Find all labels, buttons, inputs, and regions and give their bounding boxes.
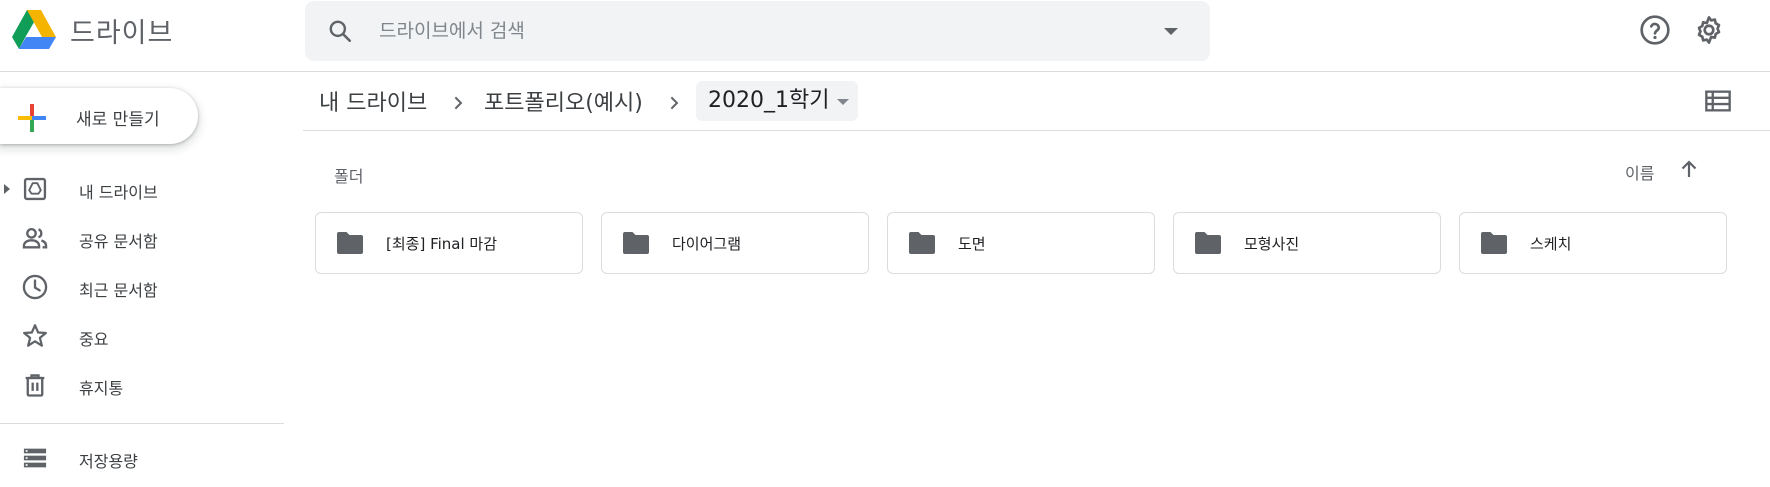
folder-icon — [1481, 232, 1507, 254]
folder-name: [최종] Final 마감 — [386, 235, 498, 253]
breadcrumb-portfolio[interactable]: 포트폴리오(예시) — [482, 84, 645, 124]
sidebar-item-storage[interactable]: 저장용량 — [0, 436, 284, 480]
folder-icon — [909, 232, 935, 254]
folder-name: 도면 — [958, 235, 986, 253]
my-drive-icon — [23, 177, 47, 201]
gear-icon[interactable] — [1693, 14, 1725, 46]
folder-icon — [1195, 232, 1221, 254]
plus-icon — [18, 104, 46, 132]
app-title[interactable]: 드라이브 — [70, 11, 173, 50]
caret-down-icon — [837, 99, 849, 105]
folder-name: 스케치 — [1530, 235, 1572, 253]
chevron-right-icon — [670, 96, 679, 110]
folder-card[interactable]: 도면 — [887, 212, 1155, 274]
breadcrumb-current-folder[interactable]: 2020_1학기 — [696, 81, 858, 121]
folders-section-label: 폴더 — [334, 167, 364, 186]
folder-icon — [337, 232, 363, 254]
folder-card[interactable]: 모형사진 — [1173, 212, 1441, 274]
expand-arrow-icon[interactable] — [4, 184, 10, 194]
sidebar-item-label: 휴지통 — [79, 379, 124, 398]
folder-card[interactable]: 스케치 — [1459, 212, 1727, 274]
sidebar-item-label: 중요 — [79, 330, 109, 349]
sidebar-item-recent[interactable]: 최근 문서함 — [0, 265, 284, 309]
sidebar-item-label: 공유 문서함 — [79, 232, 158, 251]
arrow-up-icon[interactable] — [1677, 157, 1701, 181]
folder-card[interactable]: 다이어그램 — [601, 212, 869, 274]
sidebar-item-trash[interactable]: 휴지통 — [0, 363, 284, 407]
search-bar[interactable] — [305, 1, 1210, 61]
sidebar-item-shared[interactable]: 공유 문서함 — [0, 216, 284, 260]
sort-by-name-button[interactable]: 이름 — [1625, 160, 1654, 184]
folder-icon — [623, 232, 649, 254]
clock-icon — [22, 274, 48, 300]
sidebar-item-label: 최근 문서함 — [79, 281, 158, 300]
sidebar-item-starred[interactable]: 중요 — [0, 314, 284, 358]
new-button[interactable]: 새로 만들기 — [0, 88, 198, 144]
help-icon[interactable] — [1639, 14, 1671, 46]
sidebar-item-label: 내 드라이브 — [79, 183, 158, 202]
search-icon[interactable] — [327, 18, 353, 44]
drive-logo-icon[interactable] — [10, 9, 58, 53]
sidebar-item-label: 저장용량 — [79, 452, 138, 471]
folder-card[interactable]: [최종] Final 마감 — [315, 212, 583, 274]
sidebar-item-my-drive[interactable]: 내 드라이브 — [0, 167, 284, 211]
sidebar-divider — [0, 423, 284, 424]
breadcrumb-toolbar: 내 드라이브 포트폴리오(예시) 2020_1학기 — [303, 72, 1770, 131]
folder-name: 다이어그램 — [672, 235, 742, 253]
star-icon — [23, 324, 47, 347]
breadcrumb-my-drive[interactable]: 내 드라이브 — [317, 84, 429, 124]
shared-people-icon — [22, 227, 48, 249]
search-input[interactable] — [377, 15, 1097, 47]
breadcrumb-current-label: 2020_1학기 — [708, 88, 830, 113]
trash-icon — [25, 374, 45, 397]
top-header: 드라이브 — [0, 0, 1770, 72]
search-options-caret-icon[interactable] — [1164, 28, 1178, 35]
folder-name: 모형사진 — [1244, 235, 1300, 253]
list-view-icon[interactable] — [1704, 87, 1732, 115]
storage-icon — [23, 448, 47, 468]
new-button-label: 새로 만들기 — [76, 110, 160, 130]
chevron-right-icon — [454, 96, 463, 110]
